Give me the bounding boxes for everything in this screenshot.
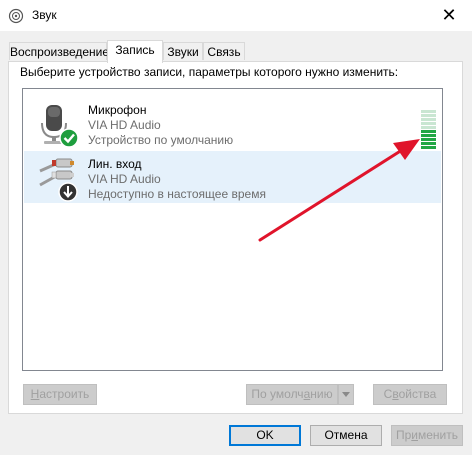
level-segment <box>421 138 436 141</box>
level-segment <box>421 126 436 129</box>
level-segment <box>421 146 436 149</box>
button-label: Отмена <box>324 428 368 442</box>
button-label: По умолч <box>251 387 304 401</box>
tab-sounds[interactable]: Звуки <box>163 42 203 60</box>
close-icon: ✕ <box>441 5 457 25</box>
device-status: Недоступно в настоящее время <box>88 187 266 201</box>
device-status: Устройство по умолчанию <box>88 133 234 147</box>
level-segment <box>421 114 436 117</box>
configure-button[interactable]: Настроить <box>23 384 97 405</box>
instruction-text: Выберите устройство записи, параметры ко… <box>20 65 399 79</box>
ok-button[interactable]: OK <box>229 425 301 446</box>
microphone-icon <box>41 105 78 148</box>
level-segment <box>421 122 436 125</box>
close-button[interactable]: ✕ <box>426 0 472 31</box>
level-segment <box>421 130 436 133</box>
tab-label: Звуки <box>167 45 199 59</box>
cancel-button[interactable]: Отмена <box>310 425 382 446</box>
button-label: менить <box>418 428 459 442</box>
level-segment <box>421 142 436 145</box>
set-default-button[interactable]: По умолчанию <box>246 384 338 405</box>
chevron-down-icon <box>342 392 350 397</box>
tab-recording[interactable]: Запись <box>107 40 163 63</box>
device-driver: VIA HD Audio <box>88 172 161 186</box>
tab-label: Запись <box>115 43 155 57</box>
properties-button[interactable]: Свойства <box>373 384 447 405</box>
speaker-icon <box>8 8 24 24</box>
device-list[interactable]: Микрофон VIA HD Audio Устройство по умол… <box>22 88 443 371</box>
line-in-cable-icon <box>39 158 78 202</box>
down-arrow-icon <box>58 182 78 202</box>
device-driver: VIA HD Audio <box>88 118 161 132</box>
title-bar: Звук ✕ <box>0 0 472 31</box>
button-label: OK <box>256 428 274 442</box>
device-name: Микрофон <box>88 103 147 117</box>
apply-button[interactable]: Применить <box>391 425 463 446</box>
accel-char: и <box>411 428 418 442</box>
level-segment <box>421 110 436 113</box>
level-meter <box>421 110 436 150</box>
tab-label: Связь <box>207 45 241 59</box>
list-item-line-in[interactable]: Лин. вход VIA HD Audio Недоступно в наст… <box>24 151 441 203</box>
tab-playback[interactable]: Воспроизведение <box>9 42 110 60</box>
device-name: Лин. вход <box>88 157 142 171</box>
button-label: астроить <box>39 387 90 401</box>
button-label: Пр <box>395 428 412 442</box>
default-check-icon <box>59 128 78 148</box>
level-segment <box>421 118 436 121</box>
tab-label: Воспроизведение <box>10 45 110 59</box>
tab-communications[interactable]: Связь <box>203 42 245 60</box>
button-label: нию <box>310 387 333 401</box>
set-default-dropdown-button[interactable] <box>338 384 354 405</box>
level-segment <box>421 134 436 137</box>
list-item-microphone[interactable]: Микрофон VIA HD Audio Устройство по умол… <box>24 97 441 149</box>
button-label: ойства <box>398 387 437 401</box>
button-label: С <box>383 387 393 401</box>
window-title: Звук <box>32 8 57 22</box>
